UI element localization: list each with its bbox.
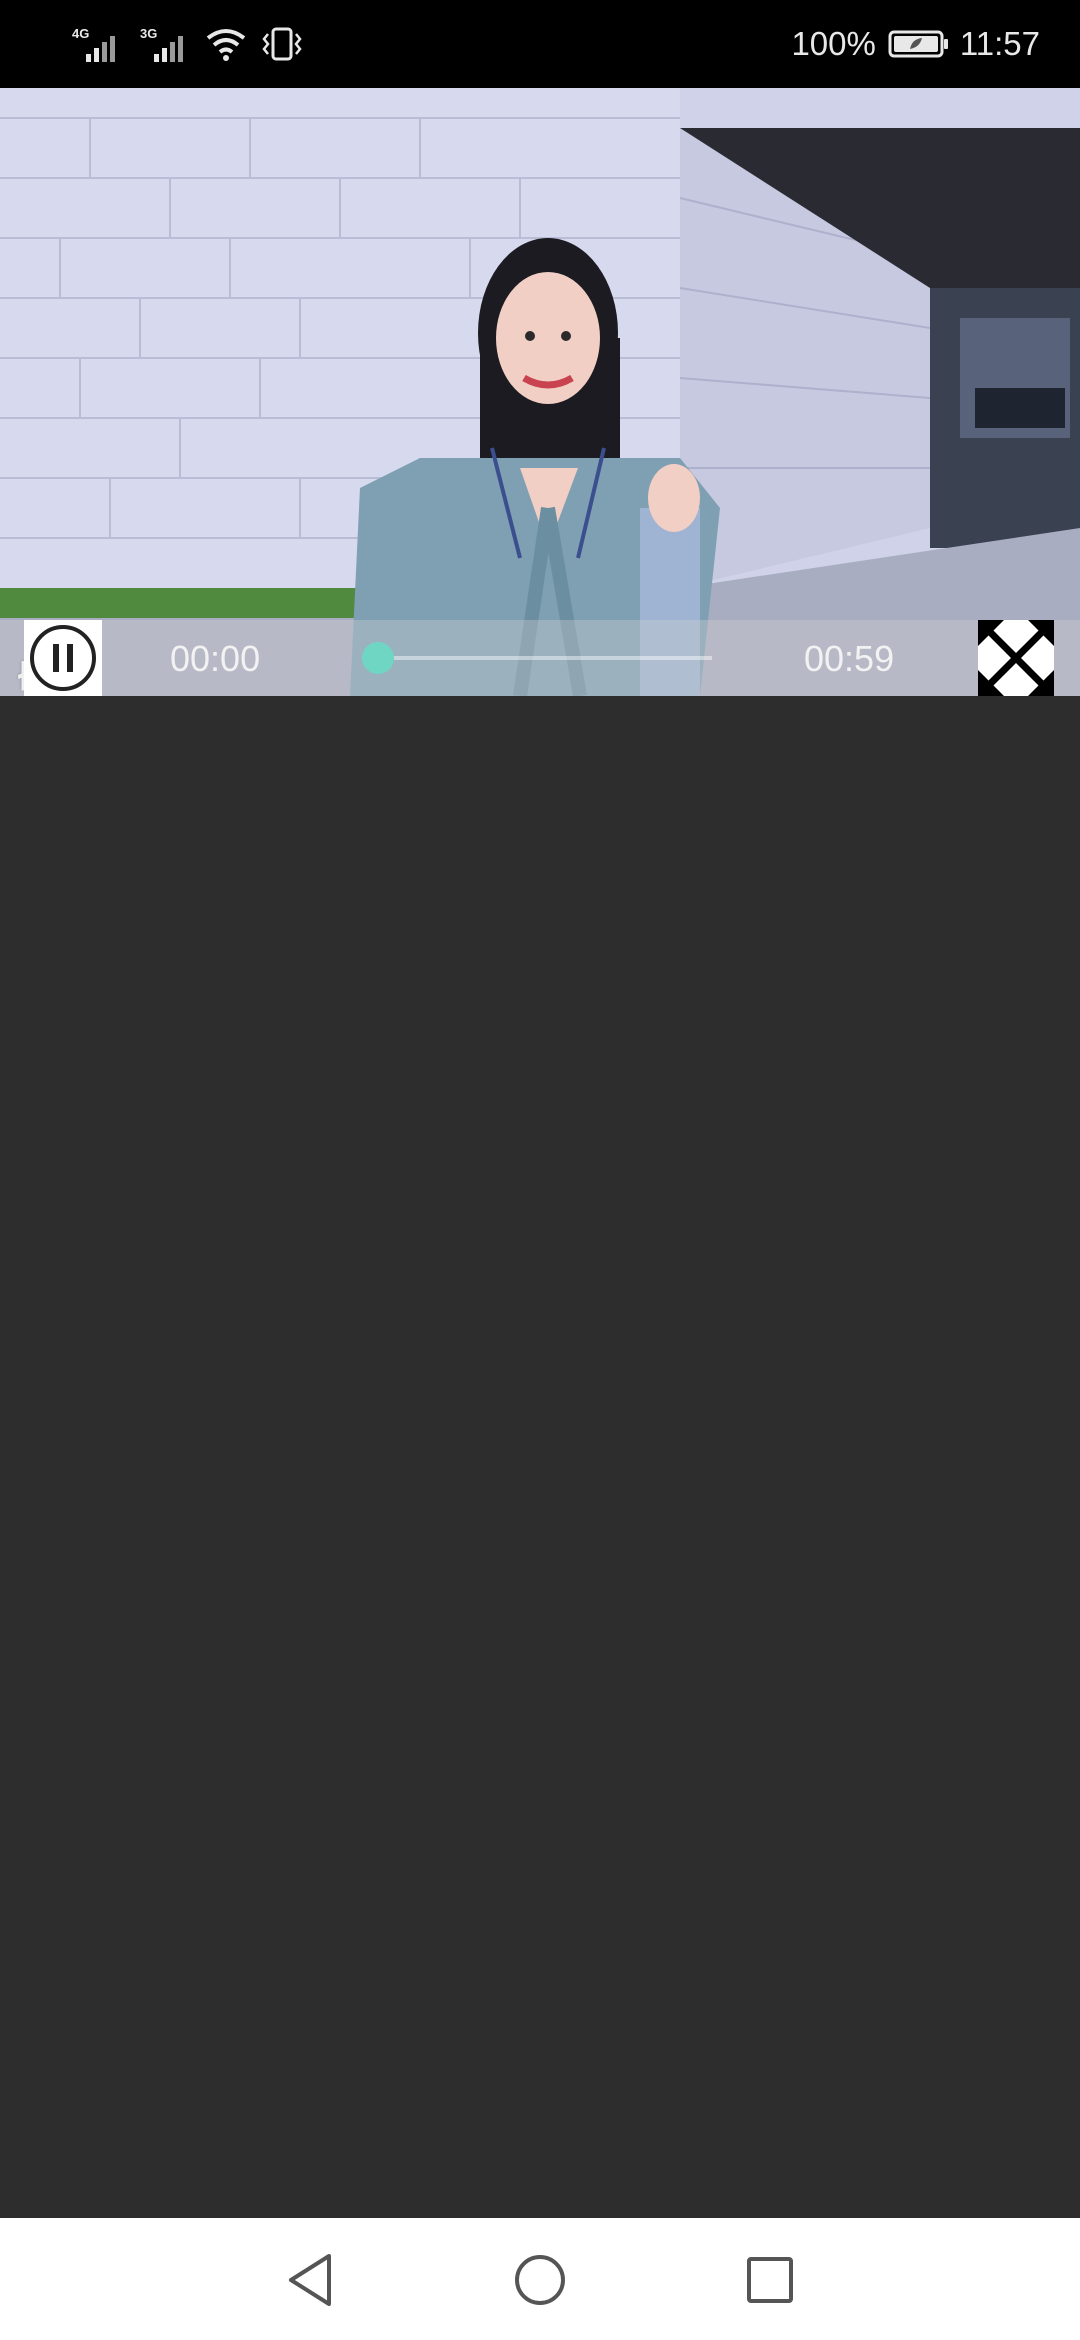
recents-icon [747, 2257, 793, 2303]
clock: 11:57 [959, 25, 1040, 62]
wifi-icon [206, 29, 246, 61]
navigation-bar [0, 2218, 1080, 2340]
back-button[interactable] [278, 2248, 342, 2312]
battery-icon [888, 30, 948, 58]
video-frame [0, 88, 1080, 696]
back-icon [289, 2254, 331, 2306]
player-controls: 00:00 00:59 [0, 620, 1080, 696]
signal-3g-icon: 3G [140, 26, 183, 62]
status-bar: 4G 3G 100% 11:57 [0, 0, 1080, 88]
svg-text:4G: 4G [72, 26, 89, 41]
total-time: 00:59 [804, 638, 895, 679]
fullscreen-button[interactable] [978, 620, 1054, 696]
screen: 4G 3G 100% 11:57 00:00 00:59 [0, 0, 1080, 2340]
home-button[interactable] [508, 2248, 572, 2312]
seek-bar[interactable] [362, 642, 712, 674]
vibrate-icon [262, 27, 302, 61]
seek-thumb[interactable] [362, 642, 395, 674]
signal-4g-icon: 4G [72, 26, 115, 62]
video-player[interactable]: 抖音 619189 [0, 88, 1080, 696]
svg-text:3G: 3G [140, 26, 157, 41]
recents-button[interactable] [738, 2248, 802, 2312]
battery-percent: 100% [791, 25, 876, 62]
pause-button[interactable] [24, 620, 102, 696]
fullscreen-icon [978, 620, 1054, 696]
current-time: 00:00 [170, 638, 261, 679]
home-icon [515, 2255, 565, 2305]
pause-icon [30, 625, 96, 691]
status-icons-right: 100% 11:57 [791, 20, 1040, 68]
status-icons-left: 4G 3G [70, 20, 304, 68]
